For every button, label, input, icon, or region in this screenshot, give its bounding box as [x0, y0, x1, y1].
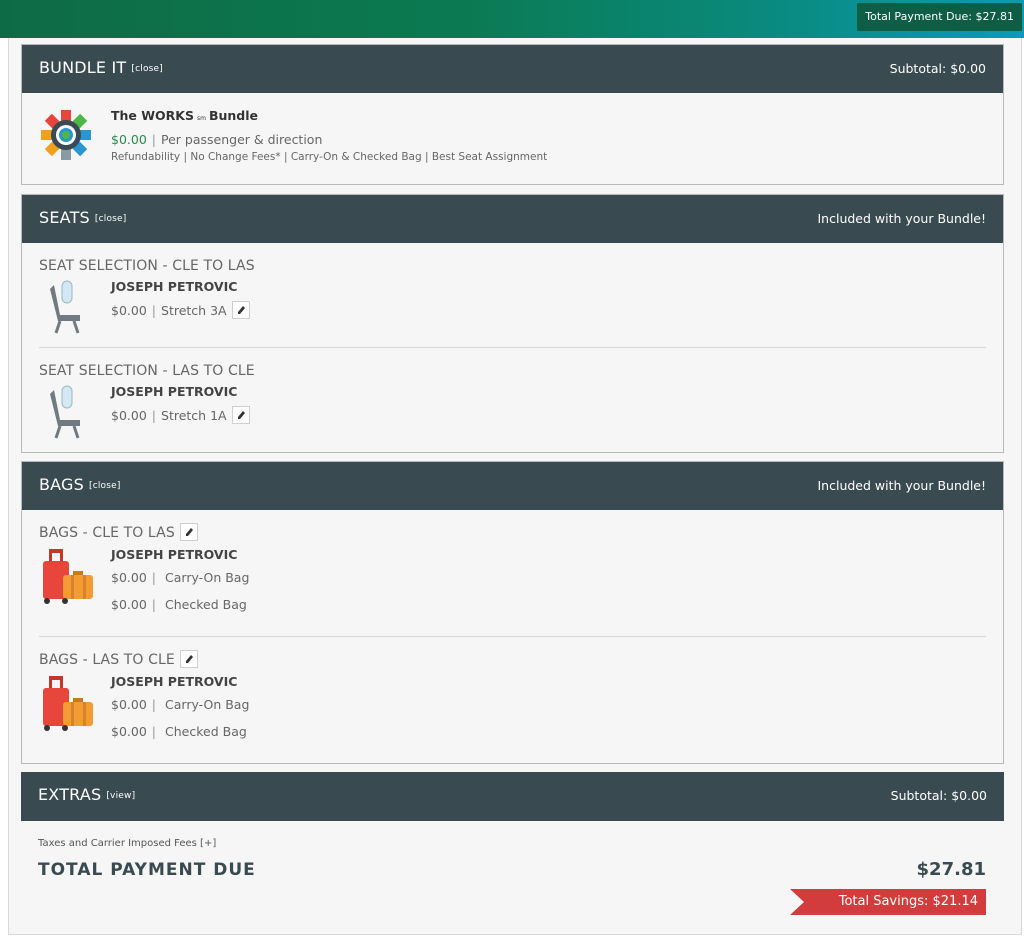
bags-passenger-name: JOSEPH PETROVIC	[111, 547, 238, 562]
bags-heading: BAGS - LAS TO CLE	[39, 650, 198, 668]
extras-view-link[interactable]: [view]	[106, 791, 135, 801]
bundle-name: The WORKS sm Bundle	[111, 108, 259, 123]
checked-bag-line: $0.00 | Checked Bag	[111, 597, 247, 612]
pencil-icon	[237, 411, 245, 419]
total-payment-amount: $27.81	[916, 859, 986, 880]
seat-divider	[39, 347, 986, 348]
seat-detail: $0.00 | Stretch 1A	[111, 406, 250, 424]
total-savings-badge: Total Savings: $21.14	[790, 889, 986, 915]
gear-bundle-icon	[40, 109, 92, 165]
top-bar: Total Payment Due: $27.81	[0, 0, 1024, 38]
bags-section: BAGS [close] Included with your Bundle! B…	[21, 461, 1004, 764]
bundle-title: BUNDLE IT	[39, 58, 127, 77]
luggage-icon	[41, 549, 95, 609]
seats-close-link[interactable]: [close]	[95, 214, 127, 224]
seat-selection-heading: SEAT SELECTION - LAS TO CLE	[39, 363, 255, 379]
edit-seat-button[interactable]	[231, 301, 250, 319]
bags-close-link[interactable]: [close]	[89, 481, 121, 491]
extras-subtotal: Subtotal: $0.00	[890, 788, 987, 803]
bundle-header: BUNDLE IT [close] Subtotal: $0.00	[22, 45, 1003, 93]
seats-title: SEATS	[39, 208, 90, 227]
bags-title: BAGS	[39, 475, 84, 494]
carry-on-line: $0.00 | Carry-On Bag	[111, 697, 250, 712]
bags-divider	[39, 636, 986, 637]
pencil-icon	[185, 655, 193, 663]
airplane-seat-icon	[46, 384, 86, 444]
seat-detail: $0.00 | Stretch 3A	[111, 301, 250, 319]
pencil-icon	[237, 306, 245, 314]
bags-heading: BAGS - CLE TO LAS	[39, 523, 198, 541]
total-payment-label: TOTAL PAYMENT DUE	[38, 860, 256, 880]
taxes-fees-link[interactable]: Taxes and Carrier Imposed Fees [+]	[38, 838, 216, 849]
pencil-icon	[185, 528, 193, 536]
extras-header: EXTRAS [view] Subtotal: $0.00	[21, 772, 1004, 821]
bundle-section: BUNDLE IT [close] Subtotal: $0.00 The WOR…	[21, 44, 1004, 185]
bundle-features: Refundability | No Change Fees* | Carry-…	[111, 151, 548, 163]
bags-status: Included with your Bundle!	[817, 478, 986, 493]
extras-section: EXTRAS [view] Subtotal: $0.00	[21, 772, 1004, 821]
bundle-price-note: Per passenger & direction	[161, 132, 323, 147]
total-due-pill[interactable]: Total Payment Due: $27.81	[857, 3, 1022, 31]
extras-title: EXTRAS	[38, 785, 102, 804]
bundle-price: $0.00	[111, 132, 147, 147]
seats-section: SEATS [close] Included with your Bundle! …	[21, 194, 1004, 453]
checked-bag-line: $0.00 | Checked Bag	[111, 724, 247, 739]
carry-on-line: $0.00 | Carry-On Bag	[111, 570, 250, 585]
edit-bags-button[interactable]	[179, 523, 198, 541]
airplane-seat-icon	[46, 279, 86, 339]
seat-passenger-name: JOSEPH PETROVIC	[111, 384, 238, 399]
edit-bags-button[interactable]	[179, 650, 198, 668]
bags-header: BAGS [close] Included with your Bundle!	[22, 462, 1003, 510]
luggage-icon	[41, 676, 95, 736]
seat-selection-heading: SEAT SELECTION - CLE TO LAS	[39, 258, 255, 274]
bags-passenger-name: JOSEPH PETROVIC	[111, 674, 238, 689]
seat-passenger-name: JOSEPH PETROVIC	[111, 279, 238, 294]
bundle-close-link[interactable]: [close]	[131, 64, 163, 74]
seats-status: Included with your Bundle!	[817, 211, 986, 226]
bundle-price-line: $0.00 | Per passenger & direction	[111, 132, 323, 147]
edit-seat-button[interactable]	[231, 406, 250, 424]
bundle-subtotal: Subtotal: $0.00	[889, 61, 986, 76]
seats-header: SEATS [close] Included with your Bundle!	[22, 195, 1003, 243]
